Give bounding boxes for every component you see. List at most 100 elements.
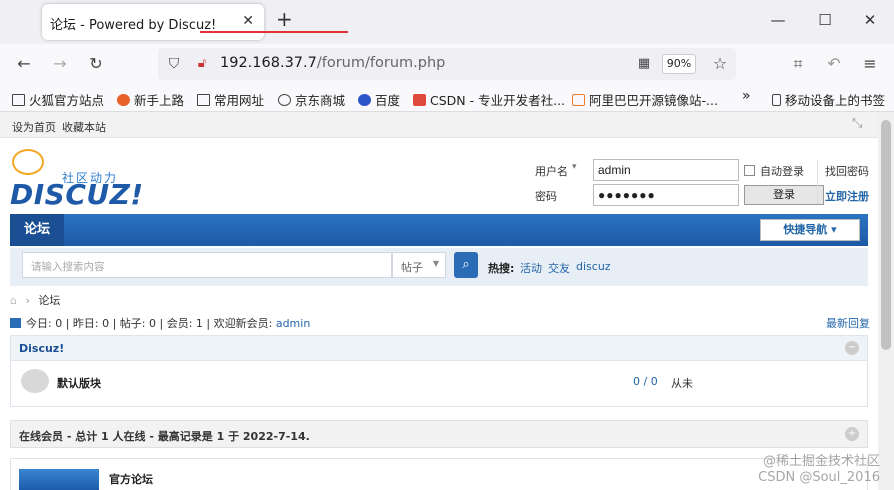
aliyun-icon [572,94,585,106]
latest-replies-link[interactable]: 最新回复 [826,315,870,331]
forum-list: 默认版块 0 / 0 从未 [10,361,868,407]
minimize-icon[interactable]: — [770,12,786,28]
browser-tab[interactable]: 论坛 - Powered by Discuz! ✕ [42,4,264,40]
bookmark-item[interactable]: CSDN - 专业开发者社... [413,90,565,109]
bookmark-item[interactable]: 阿里巴巴开源镜像站-... [572,90,718,109]
folder-icon [197,94,210,106]
bookmark-item[interactable]: 火狐官方站点 [12,90,104,109]
tab-close-icon[interactable]: ✕ [242,13,254,29]
nav-tab-forum[interactable]: 论坛 [10,214,64,246]
search-type-value: 帖子 [401,261,423,274]
search-input[interactable]: 请输入搜索内容 [22,252,392,278]
login-divider [817,160,818,204]
stat-welcome: 欢迎新会员: [213,317,276,330]
site-topbar: 设为首页 收藏本站 ⤡ [0,112,878,138]
search-button[interactable]: ⌕ [454,252,478,278]
globe-icon [278,94,291,106]
main-nav: 论坛 快捷导航 ▾ [10,214,868,246]
stat-today: 今日: 0 [26,317,63,330]
collapse-icon[interactable]: − [845,341,859,355]
forum-bubble-icon [21,369,49,393]
username-input[interactable] [593,159,739,181]
official-forum-panel: 官方论坛 [10,458,868,490]
baidu-icon [358,94,371,106]
folder-icon [12,94,25,106]
url-annotation-underline [200,31,348,33]
page-content: 设为首页 收藏本站 ⤡ 社区动力 DISCUZ! 用户名 ▾ 自动登录 找回密码… [0,112,878,490]
username-type-chevron-icon[interactable]: ▾ [572,162,577,172]
stat-yesterday: 昨日: 0 [72,317,110,330]
expand-icon[interactable]: + [845,427,859,441]
stat-posts: 帖子: 0 [119,317,157,330]
search-icon: ⌕ [462,257,470,272]
address-bar[interactable]: ⛉ 🔓︎ 192.168.37.7/forum/forum.php ▦ 90% … [158,48,736,80]
password-label: 密码 [535,190,557,203]
password-input[interactable] [593,184,739,206]
bookmarks-bar: 火狐官方站点 新手上路 常用网址 京东商城 百度 CSDN - 专业开发者社..… [0,84,894,112]
search-type-select[interactable]: 帖子 ▼ [392,252,446,278]
quick-nav-button[interactable]: 快捷导航 ▾ [760,219,860,241]
new-tab-icon[interactable]: + [276,9,293,29]
window-close-icon[interactable]: ✕ [862,12,878,28]
insecure-lock-icon[interactable]: 🔓︎ [192,54,212,74]
set-home-link[interactable]: 设为首页 [12,119,56,135]
csdn-icon [413,94,426,106]
bookmark-item[interactable]: 常用网址 [197,90,264,109]
url-host: 192.168.37.7 [220,55,317,71]
back-icon[interactable]: ← [14,54,34,74]
home-icon[interactable]: ⌂ [10,294,17,307]
forgot-password-link[interactable]: 找回密码 [825,163,869,179]
site-logo[interactable]: DISCUZ! [10,178,144,211]
bookmark-item[interactable]: 移动设备上的书签 [772,90,885,109]
login-button[interactable]: 登录 [744,185,824,205]
watermark: @稀土掘金技术社区 CSDN @Soul_2016 [758,454,880,486]
hot-search-link[interactable]: 活动 [520,260,542,276]
stat-members: 会员: 1 [166,317,203,330]
browser-titlebar: 论坛 - Powered by Discuz! ✕ + — ☐ ✕ [0,0,894,44]
new-member-link[interactable]: admin [276,317,310,330]
category-title[interactable]: Discuz! [19,342,64,355]
undo-icon[interactable]: ↶ [824,54,844,74]
chevron-down-icon: ▼ [432,259,439,268]
screenshot-icon[interactable]: ⌗ [788,54,808,74]
stats-chart-icon [10,318,21,328]
page-scrollbar[interactable] [878,112,894,490]
shield-icon[interactable]: ⛉ [164,54,184,74]
search-row: 请输入搜索内容 帖子 ▼ ⌕ 热搜: 活动 交友 discuz [10,248,868,286]
url-text: 192.168.37.7/forum/forum.php [220,55,445,71]
hot-search-link[interactable]: discuz [576,260,611,273]
official-forum-thumbnail[interactable] [19,469,99,490]
forward-icon[interactable]: → [50,54,70,74]
firefox-icon [117,94,130,106]
register-link[interactable]: 立即注册 [825,188,869,204]
remember-checkbox[interactable] [744,165,755,176]
forum-name-link[interactable]: 默认版块 [57,375,101,391]
breadcrumb-current[interactable]: 论坛 [38,294,60,307]
logo-bubble-icon [12,149,44,175]
maximize-icon[interactable]: ☐ [817,12,833,28]
category-header: Discuz! − [10,335,868,361]
url-path: /forum/forum.php [316,55,446,71]
reload-icon[interactable]: ↻ [86,54,106,74]
tab-title: 论坛 - Powered by Discuz! [50,18,217,33]
breadcrumb-separator-icon: › [25,294,30,307]
hot-search-label: 热搜: [488,262,515,275]
bookmark-item[interactable]: 新手上路 [117,90,184,109]
bookmark-star-icon[interactable]: ☆ [710,54,730,74]
online-members-header: 在线会员 - 总计 1 人在线 - 最高记录是 1 于 2022-7-14. + [10,420,868,448]
official-forum-title[interactable]: 官方论坛 [109,471,153,487]
qr-code-icon[interactable]: ▦ [634,54,654,74]
watermark-line-2: CSDN @Soul_2016 [758,470,880,485]
hot-search-link[interactable]: 交友 [548,260,570,276]
menu-icon[interactable]: ≡ [860,54,880,74]
more-bookmarks-icon[interactable]: » [742,88,751,104]
online-members-title: 在线会员 - 总计 1 人在线 - 最高记录是 1 于 2022-7-14. [19,430,310,443]
collapse-header-icon[interactable]: ⤡ [852,116,862,131]
zoom-level[interactable]: 90% [662,54,696,74]
mobile-icon [772,94,781,106]
scrollbar-thumb[interactable] [881,120,891,350]
bookmark-item[interactable]: 京东商城 [278,90,345,109]
forum-last-post: 从未 [671,377,693,390]
favorite-link[interactable]: 收藏本站 [62,119,106,135]
bookmark-item[interactable]: 百度 [358,90,400,109]
